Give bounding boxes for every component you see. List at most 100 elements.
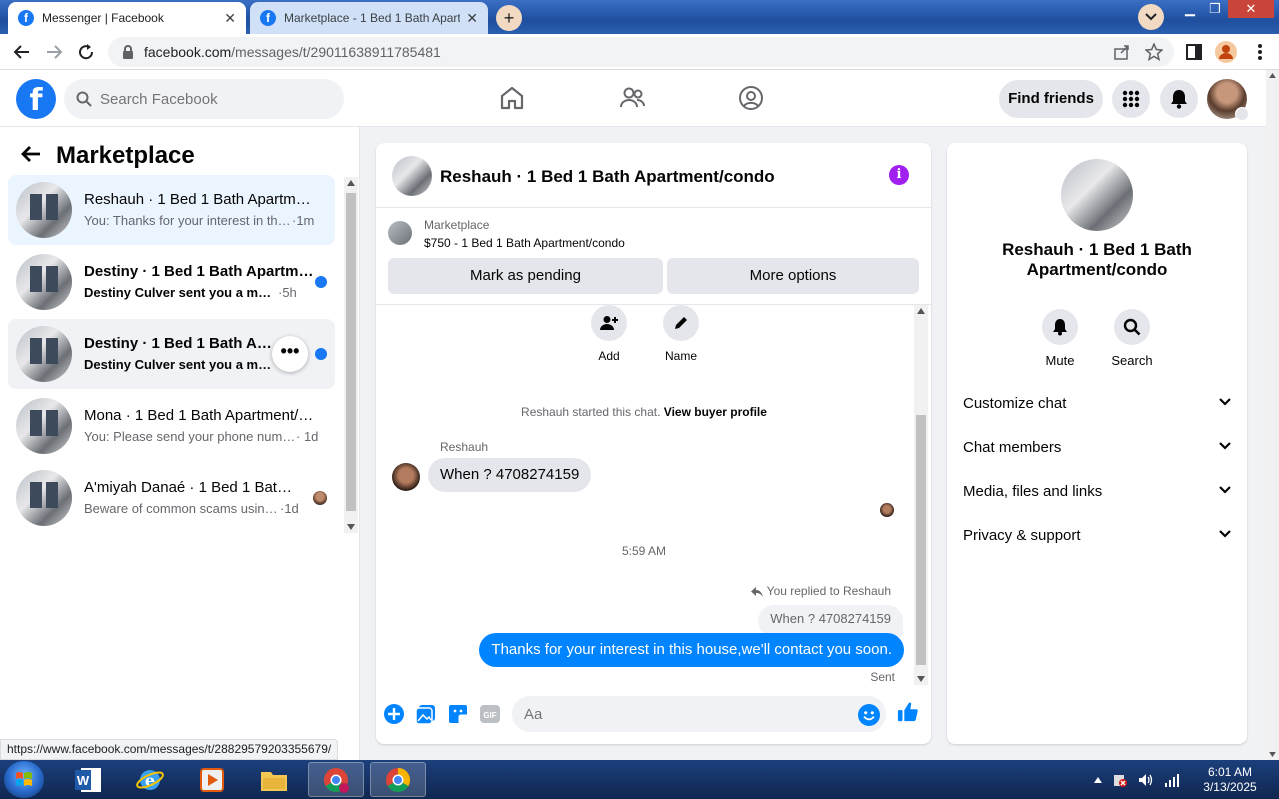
taskbar-chrome-1[interactable] <box>308 762 364 797</box>
sender-avatar[interactable] <box>392 463 420 491</box>
view-buyer-profile-link[interactable]: View buyer profile <box>664 405 767 419</box>
conversation-item[interactable]: Mona · 1 Bed 1 Bath Apartment/condo You:… <box>8 391 335 461</box>
nav-home[interactable] <box>498 84 526 112</box>
privacy-support-section[interactable]: Privacy & support <box>963 527 1231 551</box>
bookmark-button[interactable] <box>1142 40 1166 64</box>
more-options-button[interactable]: More options <box>667 258 919 294</box>
chat-members-section[interactable]: Chat members <box>963 439 1231 463</box>
facebook-search[interactable] <box>64 79 344 119</box>
scroll-down-icon[interactable] <box>917 676 925 682</box>
side-panel-button[interactable] <box>1182 40 1206 64</box>
sticker-icon[interactable] <box>447 703 469 725</box>
media-files-links-section[interactable]: Media, files and links <box>963 483 1231 507</box>
conversation-item[interactable]: A'miyah Danaé · 1 Bed 1 Bath Apartment/c… <box>8 463 335 533</box>
address-bar: facebook.com/messages/t/2901163891178548… <box>0 34 1279 70</box>
share-button[interactable] <box>1110 40 1134 64</box>
taskbar-clock[interactable]: 6:01 AM 3/13/2025 <box>1196 765 1264 795</box>
incoming-message[interactable]: When ? 4708274159 <box>428 458 592 492</box>
listing-thumbnail <box>16 470 72 526</box>
new-tab-button[interactable]: + <box>496 5 522 31</box>
taskbar-internet-explorer[interactable]: e <box>122 762 178 797</box>
facebook-logo[interactable]: f <box>16 79 56 119</box>
conversation-item[interactable]: Reshauh · 1 Bed 1 Bath Apartment/condo Y… <box>8 175 335 245</box>
search-conversation-action[interactable]: Search <box>1102 309 1162 368</box>
scrollbar[interactable] <box>344 177 358 533</box>
account-avatar[interactable] <box>1207 79 1249 121</box>
taskbar-media-player[interactable] <box>184 762 240 797</box>
conversation-name: Mona · 1 Bed 1 Bath Apartment/condo <box>84 407 314 424</box>
url-bar[interactable]: facebook.com/messages/t/2901163891178548… <box>108 37 1174 67</box>
profile-button[interactable] <box>1214 40 1238 64</box>
minimize-button[interactable]: ▁ <box>1178 0 1202 18</box>
volume-icon[interactable] <box>1138 772 1154 788</box>
scroll-down-icon[interactable] <box>347 524 355 530</box>
back-button[interactable] <box>10 40 34 64</box>
taskbar-chrome-2[interactable] <box>370 762 426 797</box>
scroll-up-icon[interactable] <box>347 180 355 186</box>
grid-menu-icon <box>1122 90 1140 108</box>
page-scrollbar[interactable] <box>1266 70 1279 760</box>
search-input[interactable] <box>100 90 330 108</box>
message-timestamp: 5:59 AM <box>621 544 667 558</box>
add-member-action[interactable]: Add <box>579 305 639 363</box>
outgoing-message[interactable]: Thanks for your interest in this house,w… <box>479 633 904 667</box>
tab-messenger[interactable]: f Messenger | Facebook ✕ <box>8 2 246 34</box>
info-icon[interactable]: i <box>889 165 909 185</box>
chat-thumbnail[interactable] <box>392 156 432 196</box>
photo-icon[interactable] <box>415 703 437 725</box>
chrome-menu-button[interactable] <box>1248 40 1272 64</box>
panel-title: Marketplace <box>56 142 195 169</box>
message-input[interactable] <box>512 696 886 732</box>
network-icon[interactable] <box>1164 772 1180 788</box>
taskbar-file-explorer[interactable] <box>246 762 302 797</box>
search-icon <box>76 91 92 107</box>
menu-button[interactable] <box>1112 80 1150 118</box>
mute-action[interactable]: Mute <box>1030 309 1090 368</box>
scrollbar-thumb[interactable] <box>346 193 356 511</box>
word-icon: W <box>75 767 101 792</box>
plus-circle-icon[interactable] <box>383 703 405 725</box>
tab-close-icon[interactable]: ✕ <box>224 10 236 27</box>
close-window-button[interactable]: ✕ <box>1228 0 1274 18</box>
scrollbar-thumb[interactable] <box>916 415 926 665</box>
tray-expand-icon[interactable] <box>1094 777 1102 783</box>
listing-thumbnail[interactable] <box>388 221 412 245</box>
conversation-item[interactable]: Destiny · 1 Bed 1 Bath Apartment/condo D… <box>8 247 335 317</box>
conversation-item[interactable]: Destiny · 1 Bed 1 Bath Apartment/condo D… <box>8 319 335 389</box>
arrow-left-icon <box>21 146 40 162</box>
nav-friends[interactable] <box>618 84 646 112</box>
scrollbar[interactable] <box>914 305 928 685</box>
scroll-down-icon[interactable] <box>1269 752 1276 757</box>
taskbar-word[interactable]: W <box>60 762 116 797</box>
nav-groups[interactable] <box>737 84 765 112</box>
facebook-favicon-icon: f <box>260 10 276 26</box>
chat-thumbnail-large[interactable] <box>1061 159 1133 231</box>
find-friends-button[interactable]: Find friends <box>999 80 1103 118</box>
action-center-icon[interactable] <box>1112 772 1128 788</box>
chat-title[interactable]: Reshauh · 1 Bed 1 Bath Apartment/condo <box>440 167 775 187</box>
tab-search-button[interactable] <box>1138 4 1164 30</box>
conversation-options-button[interactable]: ••• <box>272 336 308 372</box>
back-button[interactable] <box>20 145 42 163</box>
tab-marketplace[interactable]: f Marketplace - 1 Bed 1 Bath Apart ✕ <box>250 2 488 34</box>
customize-chat-section[interactable]: Customize chat <box>963 395 1231 419</box>
start-button[interactable] <box>4 761 44 798</box>
scroll-up-icon[interactable] <box>1269 73 1276 78</box>
mark-pending-button[interactable]: Mark as pending <box>388 258 663 294</box>
name-chat-action[interactable]: Name <box>651 305 711 363</box>
reload-button[interactable] <box>74 40 98 64</box>
restore-button[interactable]: ❐ <box>1203 0 1227 18</box>
thumbs-up-icon[interactable] <box>897 701 919 723</box>
forward-button[interactable] <box>42 40 66 64</box>
gif-icon[interactable]: GIF <box>479 703 501 725</box>
chevron-down-icon <box>1219 486 1231 494</box>
status-url: https://www.facebook.com/messages/t/2882… <box>0 739 339 760</box>
listing-price[interactable]: $750 - 1 Bed 1 Bath Apartment/condo <box>424 236 625 250</box>
windows-taskbar: W e 6:01 AM 3/13/2025 <box>0 760 1279 799</box>
unread-dot <box>315 276 327 288</box>
emoji-icon[interactable] <box>858 704 880 726</box>
notifications-button[interactable] <box>1160 80 1198 118</box>
tab-close-icon[interactable]: ✕ <box>466 10 478 27</box>
folder-icon <box>261 771 287 791</box>
scroll-up-icon[interactable] <box>917 308 925 314</box>
